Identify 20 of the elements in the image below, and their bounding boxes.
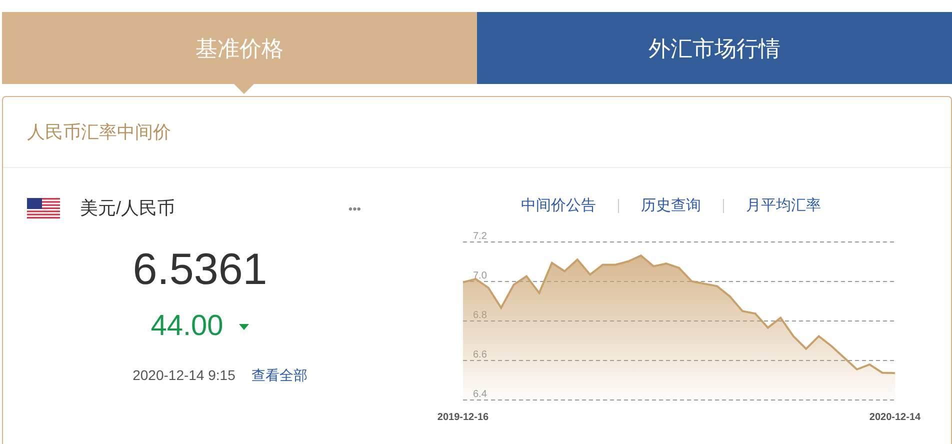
chart-link[interactable]: 中间价公告	[521, 195, 596, 218]
tab[interactable]: 外汇市场行情	[477, 12, 952, 84]
axis-label: 6.8	[473, 310, 487, 320]
chart-link[interactable]: 历史查询	[641, 195, 701, 218]
axis-label: 7.0	[473, 270, 487, 281]
axis-label: 2020-12-14	[869, 412, 921, 422]
rate-change: 44.00	[150, 309, 224, 344]
rate-value: 6.5361	[132, 244, 268, 296]
currency-pair: 美元/人民币	[80, 197, 176, 220]
view-all-link[interactable]: 查看全部	[251, 364, 308, 386]
pointer-icon	[234, 84, 254, 94]
card-title: 人民币汇率中间价	[27, 120, 171, 144]
axis-label: 2019-12-16	[437, 412, 489, 422]
more-menu[interactable]: •••	[348, 200, 361, 218]
timestamp: 2020-12-14 9:15	[132, 366, 236, 384]
axis-label: 6.6	[473, 349, 487, 360]
flag-icon	[27, 198, 60, 220]
chart-link[interactable]: 月平均汇率	[746, 195, 821, 218]
axis-label: 6.4	[473, 388, 487, 400]
axis-label: 7.2	[473, 230, 487, 242]
